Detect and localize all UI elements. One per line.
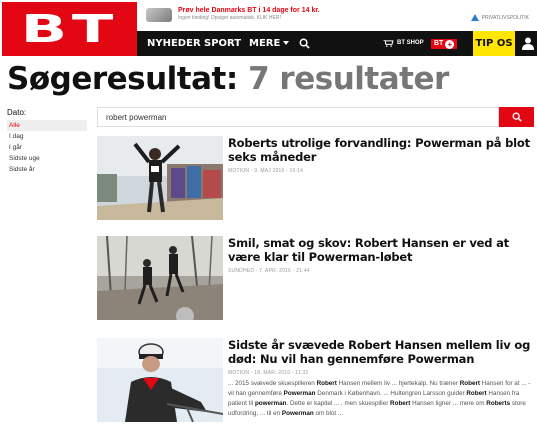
- result-thumbnail[interactable]: [97, 338, 223, 422]
- plus-icon: +: [445, 39, 455, 49]
- privacy-link[interactable]: PRIVATLIVSPOLITIK: [470, 14, 529, 21]
- snippet-text: om blot ...: [313, 410, 344, 417]
- promo-sub-text: Ingen binding! Opsiger automatisk. KLIK …: [178, 15, 281, 21]
- search-icon[interactable]: [299, 38, 310, 49]
- snippet-highlight: Powerman: [283, 390, 316, 397]
- snippet-highlight: Robert: [466, 390, 487, 397]
- nav-nyheder[interactable]: NYHEDER: [147, 31, 201, 56]
- filter-sidste-uge[interactable]: Sidste uge: [7, 153, 87, 164]
- nav-mere-label: MERE: [249, 38, 281, 49]
- newspaper-icon: [146, 8, 172, 22]
- result-count: 7 resultater: [248, 61, 449, 97]
- search-bar: [97, 107, 537, 127]
- date-filter: Dato: Alle I dag I går Sidste uge Sidste…: [7, 108, 87, 175]
- nav-mere[interactable]: MERE: [249, 31, 290, 56]
- result-text: Sidste år svævede Robert Hansen mellem l…: [228, 338, 534, 419]
- result-title[interactable]: Roberts utrolige forvandling: Powerman p…: [228, 136, 534, 164]
- tip-os-button[interactable]: TIP OS: [473, 31, 515, 56]
- date-filter-label: Dato:: [7, 108, 27, 117]
- promo-banner[interactable]: Prøv hele Danmarks BT i 14 dage for 14 k…: [146, 7, 320, 22]
- logo-text: BT: [20, 7, 119, 51]
- snippet-text: Hansen mellem liv ... hjertekalp. Nu træ…: [336, 380, 460, 387]
- result-text: Smil, smat og skov: Robert Hansen er ved…: [228, 236, 534, 274]
- nav-sport[interactable]: SPORT: [204, 31, 241, 56]
- shop-label: BT SHOP: [397, 40, 424, 46]
- main-nav: NYHEDER SPORT MERE BT SHOP BT + TIP OS: [137, 31, 537, 56]
- result-meta: SUNDHED - 7. APR. 2016 - 21:44: [228, 268, 310, 274]
- snippet-highlight: Robert: [390, 400, 411, 407]
- snippet-text: ... 2015 svævede skuespilleren: [228, 380, 317, 387]
- chevron-down-icon: [283, 41, 290, 45]
- filter-i-dag[interactable]: I dag: [7, 131, 87, 142]
- result-thumbnail[interactable]: [97, 236, 223, 320]
- result-title[interactable]: Smil, smat og skov: Robert Hansen er ved…: [228, 236, 534, 264]
- snippet-highlight: Powerman: [281, 410, 314, 417]
- warning-icon: [470, 14, 479, 21]
- search-input[interactable]: [97, 107, 499, 127]
- result-snippet: ... 2015 svævede skuespilleren Robert Ha…: [228, 379, 534, 419]
- search-button[interactable]: [499, 107, 534, 127]
- result-thumbnail[interactable]: [97, 136, 223, 220]
- page-title: Søgeresultat: 7 resultater: [7, 61, 449, 97]
- snippet-highlight: powerman: [254, 400, 287, 407]
- page-title-lead: Søgeresultat:: [7, 61, 238, 97]
- filter-alle[interactable]: Alle: [7, 120, 87, 131]
- result-meta: MOTION - 18. MAR. 2016 - 11:32: [228, 370, 309, 376]
- bt-plus-button[interactable]: BT +: [431, 39, 458, 49]
- result-text: Roberts utrolige forvandling: Powerman p…: [228, 136, 534, 174]
- filter-sidste-aar[interactable]: Sidste år: [7, 164, 87, 175]
- result-meta: MOTION - 9. MAJ 2016 - 10:14: [228, 168, 304, 174]
- promo-main-text: Prøv hele Danmarks BT i 14 dage for 14 k…: [178, 7, 320, 14]
- snippet-text: Hansen ligner ... mere om: [410, 400, 487, 407]
- filter-i-gaar[interactable]: I går: [7, 142, 87, 153]
- bt-shop-link[interactable]: BT SHOP: [383, 31, 424, 56]
- btplus-label: BT: [434, 40, 444, 47]
- snippet-text: Denmark i København. ... Hultengren Lars…: [315, 390, 467, 397]
- snippet-text: . Dette er kapitel ... , men skuespiller: [286, 400, 391, 407]
- snippet-highlight: Robert: [459, 380, 480, 387]
- snippet-highlight: Roberts: [486, 400, 511, 407]
- snippet-highlight: Robert: [316, 380, 337, 387]
- bt-logo[interactable]: BT: [2, 2, 137, 56]
- search-icon: [512, 112, 522, 122]
- user-icon[interactable]: [522, 37, 534, 50]
- privacy-label: PRIVATLIVSPOLITIK: [481, 14, 529, 21]
- cart-icon: [383, 40, 394, 47]
- result-title[interactable]: Sidste år svævede Robert Hansen mellem l…: [228, 338, 534, 366]
- top-header: BT Prøv hele Danmarks BT i 14 dage for 1…: [0, 0, 537, 56]
